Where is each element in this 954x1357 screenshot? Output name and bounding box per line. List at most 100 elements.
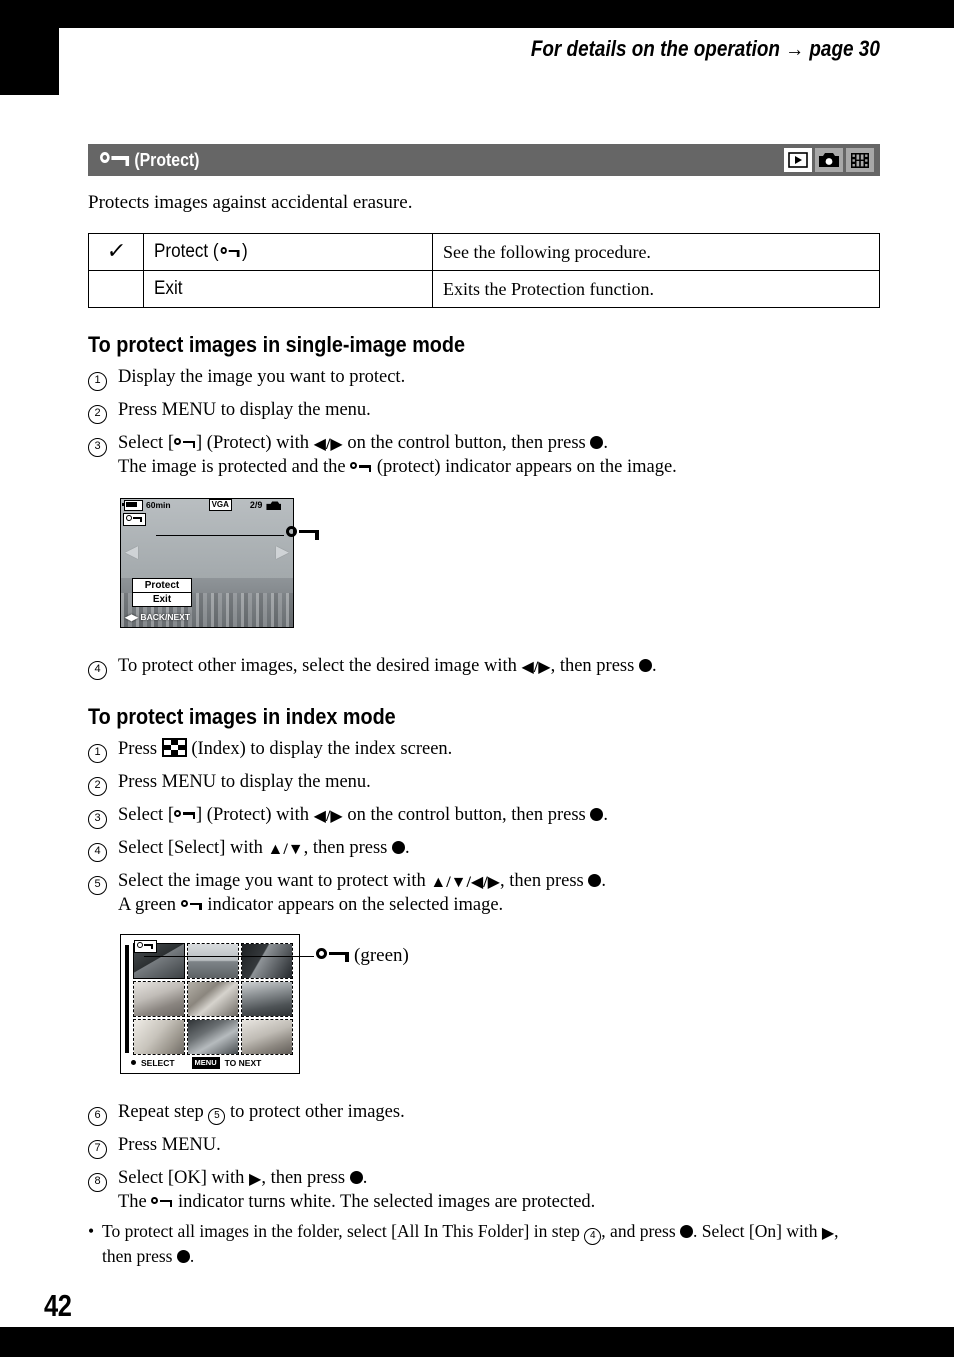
step-text: Select the image you want to protect wit…: [118, 869, 880, 918]
index-footer-select-label: SELECT: [141, 1057, 175, 1068]
key-icon: [151, 1196, 173, 1208]
key-icon: [100, 151, 130, 169]
section-title-text: (Protect): [134, 149, 200, 170]
step-text: Repeat step 5 to protect other images.: [118, 1100, 880, 1125]
index-thumbnail[interactable]: [187, 980, 239, 1017]
note-item: • To protect all images in the folder, s…: [88, 1220, 880, 1268]
lcd-menu-item-protect[interactable]: Protect: [133, 579, 191, 592]
step-number: 2: [88, 770, 118, 796]
option-description: Exits the Protection function.: [443, 278, 654, 299]
step-item: 4 Select [Select] with ▲/▼, then press .: [88, 836, 880, 862]
index-lcd-screen: SELECT MENU TO NEXT: [120, 933, 300, 1074]
arrow-keys-label: ▶: [249, 1170, 262, 1188]
step-number: 4: [88, 654, 118, 680]
step-number: 3: [88, 431, 118, 457]
step-reference: 5: [208, 1107, 226, 1125]
index-thumbnail[interactable]: [241, 1018, 293, 1055]
note-subtext: then press .: [102, 1246, 195, 1267]
step-item: 3 Select [] (Protect) with ◀/▶ on the co…: [88, 431, 880, 480]
step-text: Press MENU.: [118, 1134, 221, 1155]
row-desc-cell: Exits the Protection function.: [432, 270, 880, 308]
arrow-keys-label: ▲/▼: [267, 840, 304, 858]
next-image-arrow-icon[interactable]: ▶: [276, 543, 289, 560]
step-number: 4: [88, 836, 118, 862]
step-number: 7: [88, 1133, 118, 1159]
index-thumbnail[interactable]: [187, 1018, 239, 1055]
row-label-cell: Exit: [143, 270, 433, 308]
callout-green-protect-indicator: (green): [316, 945, 409, 967]
lcd-screen: 60min VGA 2/9 ◀ ▶ Protect Exit ◀▶ BACK/N…: [120, 497, 294, 628]
step-number: 5: [88, 869, 118, 895]
lcd-status-bar: 60min VGA 2/9: [121, 499, 293, 512]
step-number: 6: [88, 1100, 118, 1126]
heading-single-image-mode: To protect images in single-image mode: [88, 332, 466, 357]
arrow-keys-label: ◀/▶: [521, 658, 551, 676]
step-text: Display the image you want to protect.: [118, 367, 406, 387]
index-thumbnail[interactable]: [133, 1018, 185, 1055]
single-image-lcd-illustration: 60min VGA 2/9 ◀ ▶ Protect Exit ◀▶ BACK/N…: [120, 497, 319, 628]
index-mode-lcd-illustration: SELECT MENU TO NEXT (green): [120, 933, 409, 1074]
center-button-icon: [638, 658, 652, 672]
step-item: 4 To protect other images, select the de…: [88, 654, 880, 680]
key-icon: [350, 461, 372, 473]
step-item: 1 Display the image you want to protect.: [88, 365, 880, 391]
row-check-cell: [88, 270, 144, 308]
option-label-prefix: Exit: [154, 278, 183, 299]
step-item: 5 Select the image you want to protect w…: [88, 869, 880, 918]
center-button-icon: [176, 1250, 190, 1264]
callout-protect-indicator: [286, 525, 324, 543]
prev-image-arrow-icon[interactable]: ◀: [125, 543, 138, 560]
running-head: For details on the operation → page 30: [530, 36, 880, 61]
option-label: Exit: [154, 278, 183, 300]
camera-icon: [815, 148, 843, 172]
index-scrollbar[interactable]: [125, 944, 129, 1053]
table-row[interactable]: ✓ Protect ( ) See the following procedur…: [88, 233, 880, 271]
index-icon: [161, 737, 187, 757]
page-top-rule: [0, 0, 954, 28]
bullet-icon: •: [88, 1221, 95, 1242]
step-item: 6 Repeat step 5 to protect other images.: [88, 1100, 880, 1126]
key-icon: [174, 809, 196, 821]
step-number: 3: [88, 803, 118, 829]
key-icon: [137, 941, 153, 951]
index-thumbnail[interactable]: [241, 980, 293, 1017]
folder-icon: [266, 501, 282, 511]
lcd-menu-item-exit[interactable]: Exit: [133, 591, 191, 606]
arrow-keys-label: ▶: [821, 1225, 835, 1243]
option-label-suffix: ): [242, 241, 248, 262]
checkmark-icon: ✓: [105, 239, 128, 264]
key-icon: [126, 514, 142, 524]
row-desc-cell: See the following procedure.: [432, 233, 880, 271]
step-number: 2: [88, 398, 118, 424]
protect-indicator-badge: [123, 512, 146, 526]
option-label: Protect ( ): [154, 241, 248, 263]
step-item: 2 Press MENU to display the menu.: [88, 398, 880, 424]
center-button-icon: [131, 1060, 136, 1066]
center-button-icon: [680, 1225, 694, 1239]
mode-icon-group: [784, 148, 874, 172]
table-row[interactable]: Exit Exits the Protection function.: [88, 270, 880, 308]
section-intro: Protects images against accidental erasu…: [88, 192, 413, 213]
step-text: Select [] (Protect) with ◀/▶ on the cont…: [118, 431, 880, 480]
callout-leader-line: [144, 955, 314, 958]
lcd-menu: Protect Exit: [132, 577, 192, 607]
key-icon: [220, 246, 240, 258]
index-thumbnail[interactable]: [133, 980, 185, 1017]
section-header-band: (Protect): [88, 144, 880, 176]
index-thumbnail[interactable]: [241, 942, 293, 979]
page-content: (Protect) Protects images against accide…: [88, 144, 880, 1269]
key-icon: [286, 525, 320, 543]
arrow-keys-label: ◀/▶: [313, 807, 343, 825]
key-icon: [180, 899, 203, 911]
step-number: 1: [88, 365, 118, 391]
arrow-keys-label: ▲/▼/◀/▶: [430, 873, 500, 891]
step-subtext: The indicator turns white. The selected …: [118, 1192, 596, 1213]
image-quality-badge: VGA: [208, 499, 232, 512]
page-bottom-rule: [0, 1327, 954, 1357]
step-item: 1 Press (Index) to display the index scr…: [88, 737, 880, 763]
index-footer-next-label: TO NEXT: [224, 1057, 262, 1068]
protect-indicator-badge: [134, 939, 157, 953]
index-thumbnail[interactable]: [187, 942, 239, 979]
options-table: ✓ Protect ( ) See the following procedur…: [88, 233, 880, 308]
step-text: Press MENU to display the menu.: [118, 771, 371, 792]
